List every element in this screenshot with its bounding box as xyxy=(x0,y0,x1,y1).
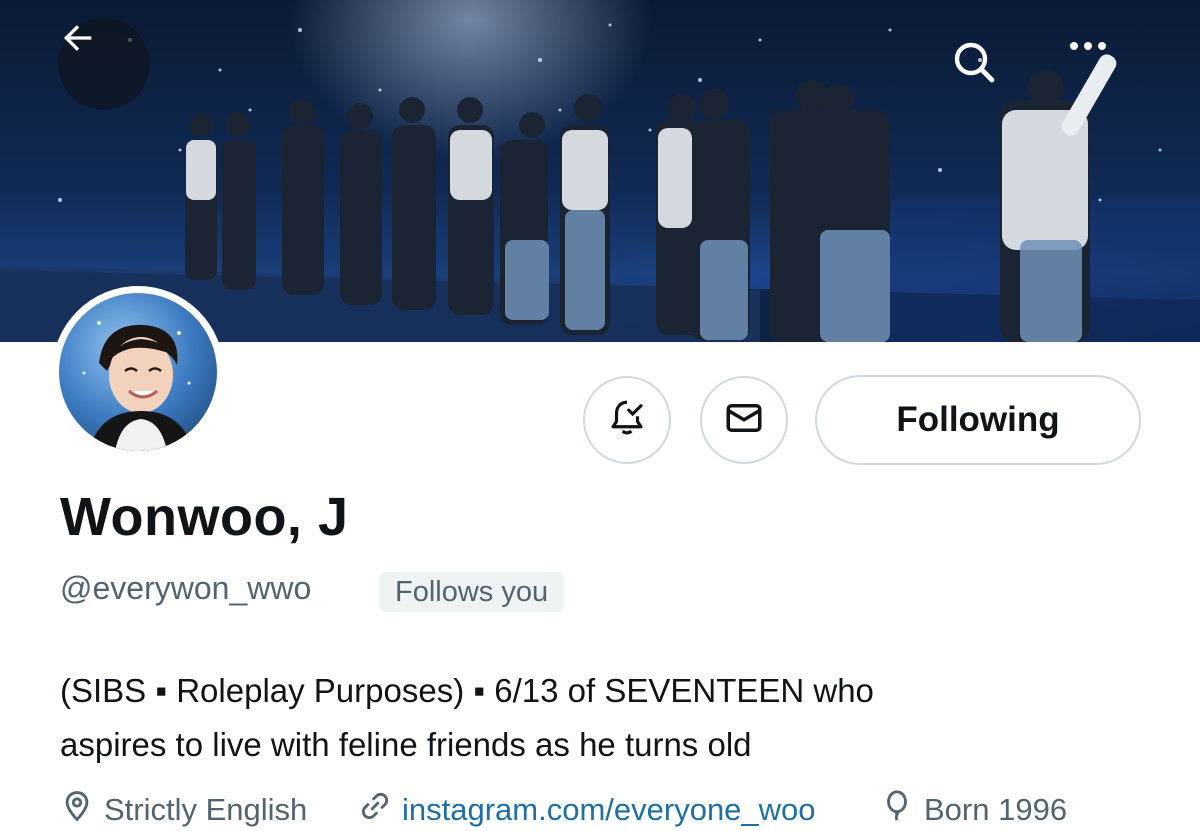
avatar[interactable] xyxy=(52,286,224,458)
profile-banner xyxy=(0,0,1200,342)
following-button[interactable]: Following xyxy=(815,375,1141,465)
bio-line-1: (SIBS ▪ Roleplay Purposes) ▪ 6/13 of SEV… xyxy=(60,672,874,709)
website-item[interactable]: instagram.com/everyone_woo xyxy=(358,790,816,830)
bell-check-icon xyxy=(606,397,648,444)
concert-photo xyxy=(0,23,1200,342)
bio: (SIBS ▪ Roleplay Purposes) ▪ 6/13 of SEV… xyxy=(60,664,1160,772)
location-pin-icon xyxy=(60,789,104,831)
balloon-icon xyxy=(880,789,924,831)
location-text: Strictly English xyxy=(104,792,308,827)
back-button[interactable] xyxy=(58,18,150,110)
bio-line-2: aspires to live with feline friends as h… xyxy=(60,726,752,763)
search-button[interactable] xyxy=(950,38,1006,94)
website-link[interactable]: instagram.com/everyone_woo xyxy=(402,792,816,828)
location-item: Strictly English xyxy=(60,790,307,830)
birthday-item: Born 1996 xyxy=(880,790,1067,830)
envelope-icon xyxy=(723,397,765,444)
born-text: Born 1996 xyxy=(924,792,1068,827)
message-button[interactable] xyxy=(700,376,788,464)
follows-you-badge: Follows you xyxy=(379,572,565,612)
display-name: Wonwoo, J xyxy=(60,487,349,547)
avatar-photo xyxy=(59,293,217,451)
more-button[interactable] xyxy=(1066,40,1126,92)
link-icon xyxy=(358,789,402,831)
notifications-button[interactable] xyxy=(583,376,671,464)
handle: @everywon_wwo xyxy=(60,570,312,606)
